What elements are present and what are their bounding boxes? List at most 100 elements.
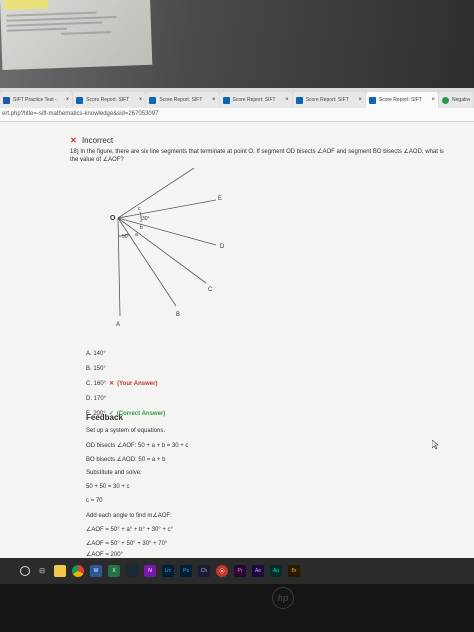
onenote-icon[interactable]: N [144, 565, 156, 577]
label-e: E [218, 196, 222, 202]
chrome-icon[interactable] [72, 565, 84, 577]
windows-search-icon[interactable] [20, 566, 30, 576]
label-a-angle: a [135, 232, 138, 238]
geometry-figure: O A B C D E F c 30° b a 50° [110, 168, 225, 328]
record-icon[interactable]: ⦿ [216, 565, 228, 577]
incorrect-x-icon: ✕ [70, 136, 77, 145]
result-status: ✕ Incorrect [70, 136, 113, 145]
feedback-line: ∠AOF = 50° + a° + b° + 30° + c° [86, 526, 173, 533]
choice-b[interactable]: B. 150° [86, 361, 165, 376]
choice-letter: D. [86, 395, 92, 402]
segment-oe [117, 199, 217, 219]
hp-logo: hp [272, 587, 294, 609]
photoshop-icon[interactable]: Ps [180, 565, 192, 577]
label-a: A [116, 322, 120, 328]
report-icon [76, 96, 84, 104]
segment-of [117, 168, 195, 219]
tab-label: SIFT Practice Test - [13, 97, 57, 103]
tab-label: Score Report: SIFT [378, 97, 422, 103]
choice-value: 150° [93, 365, 106, 372]
label-50-degrees: 50° [122, 234, 130, 240]
after-effects-icon[interactable]: Ae [252, 565, 264, 577]
tab-close-icon[interactable]: × [66, 97, 70, 103]
label-b-angle: b [140, 225, 143, 231]
task-view-icon[interactable]: ⊟ [36, 565, 48, 577]
feedback-line: c = 70 [86, 498, 103, 504]
report-icon [295, 96, 303, 104]
excel-icon[interactable]: X [108, 565, 120, 577]
monitor-bezel [0, 584, 474, 632]
bridge-icon[interactable]: Br [288, 565, 300, 577]
wrong-answer-x-icon: ✕ [109, 381, 115, 387]
choice-letter: A. [86, 350, 92, 357]
choice-value: 160° [93, 380, 107, 387]
segment-oc [117, 217, 207, 284]
label-30-degrees: 30° [142, 216, 150, 222]
tab-score-report-1[interactable]: Score Report: SIFT × [73, 92, 146, 108]
paper-notes [0, 0, 153, 70]
premiere-icon[interactable]: Pr [234, 565, 246, 577]
feedback-title: Feedback [86, 413, 123, 422]
tab-score-report-5[interactable]: Score Report: SIFT × [365, 92, 439, 108]
tab-sift-practice-test[interactable]: SIFT Practice Test - × [0, 92, 73, 108]
tab-close-icon[interactable]: × [358, 97, 362, 103]
feedback-line: OD bisects ∠AOF: 50 + a + b = 30 + c [86, 442, 189, 449]
lightroom-icon[interactable]: Lrc [162, 565, 174, 577]
segment-oa [117, 217, 121, 317]
label-c-angle: c [138, 206, 141, 212]
tab-label: Negative expo [452, 97, 471, 103]
tab-close-icon[interactable]: × [432, 97, 436, 103]
choice-a[interactable]: A. 140° [86, 346, 165, 361]
tab-negative-exponents[interactable]: Negative expo [439, 92, 474, 108]
feedback-line: BO bisects ∠AOD: 50 = a + b [86, 456, 166, 463]
label-d: D [220, 244, 225, 250]
question-body: In the figure, there are six line segmen… [70, 149, 444, 164]
label-c-point: C [208, 287, 213, 293]
question-number: 18) [70, 149, 79, 155]
windows-taskbar: ⊟ W X N Lrc Ps Ch ⦿ Pr Ae Au Br [0, 558, 474, 584]
feedback-line: 50 + 50 = 30 + c [86, 484, 130, 490]
browser-tab-strip: SIFT Practice Test - × Score Report: SIF… [0, 88, 474, 108]
sticky-note [3, 0, 49, 10]
choice-letter: B. [86, 365, 92, 372]
your-answer-tag: (Your Answer) [117, 380, 158, 387]
question-text: 18) In the figure, there are six line se… [70, 148, 450, 164]
choice-value: 140° [93, 350, 106, 357]
address-bar[interactable]: ert.php?title=-sift-mathematics-knowledg… [0, 108, 474, 122]
steam-icon[interactable] [126, 565, 138, 577]
tab-score-report-3[interactable]: Score Report: SIFT × [219, 92, 292, 108]
feedback-line: ∠AOF = 200° [86, 551, 123, 558]
tab-score-report-4[interactable]: Score Report: SIFT × [292, 92, 365, 108]
feedback-line: Set up a system of equations. [86, 428, 166, 434]
tab-close-icon[interactable]: × [285, 97, 289, 103]
file-explorer-icon[interactable] [54, 565, 66, 577]
choice-letter: C. [86, 380, 92, 387]
tab-close-icon[interactable]: × [212, 97, 216, 103]
feedback-line: Substitute and solve: [86, 470, 142, 476]
status-label: Incorrect [81, 136, 114, 145]
tab-score-report-2[interactable]: Score Report: SIFT × [146, 92, 219, 108]
answer-choices: A. 140° B. 150° C. 160° ✕ (Your Answer) … [86, 346, 165, 421]
globe-icon [442, 96, 450, 104]
feedback-line: ∠AOF = 50° + 50° + 30° + 70° [86, 540, 168, 547]
document-icon [3, 96, 10, 104]
tab-label: Score Report: SIFT [159, 97, 203, 103]
choice-d[interactable]: D. 170° [86, 391, 165, 406]
label-b: B [176, 312, 180, 318]
choice-value: 170° [93, 395, 107, 402]
tab-label: Score Report: SIFT [305, 97, 349, 103]
feedback-section: Feedback Set up a system of equations. O… [86, 413, 416, 558]
word-icon[interactable]: W [90, 565, 102, 577]
audition-icon[interactable]: Au [270, 565, 282, 577]
report-icon [222, 96, 230, 104]
tab-close-icon[interactable]: × [139, 97, 143, 103]
tab-label: Score Report: SIFT [232, 97, 276, 103]
character-animator-icon[interactable]: Ch [198, 565, 210, 577]
report-icon [149, 96, 157, 104]
monitor-screen: SIFT Practice Test - × Score Report: SIF… [0, 88, 474, 570]
tab-label: Score Report: SIFT [86, 97, 130, 103]
feedback-line: Add each angle to find m∠AOF: [86, 512, 172, 519]
mouse-cursor-icon [432, 440, 439, 450]
label-o: O [110, 215, 116, 222]
choice-c[interactable]: C. 160° ✕ (Your Answer) [86, 376, 165, 391]
